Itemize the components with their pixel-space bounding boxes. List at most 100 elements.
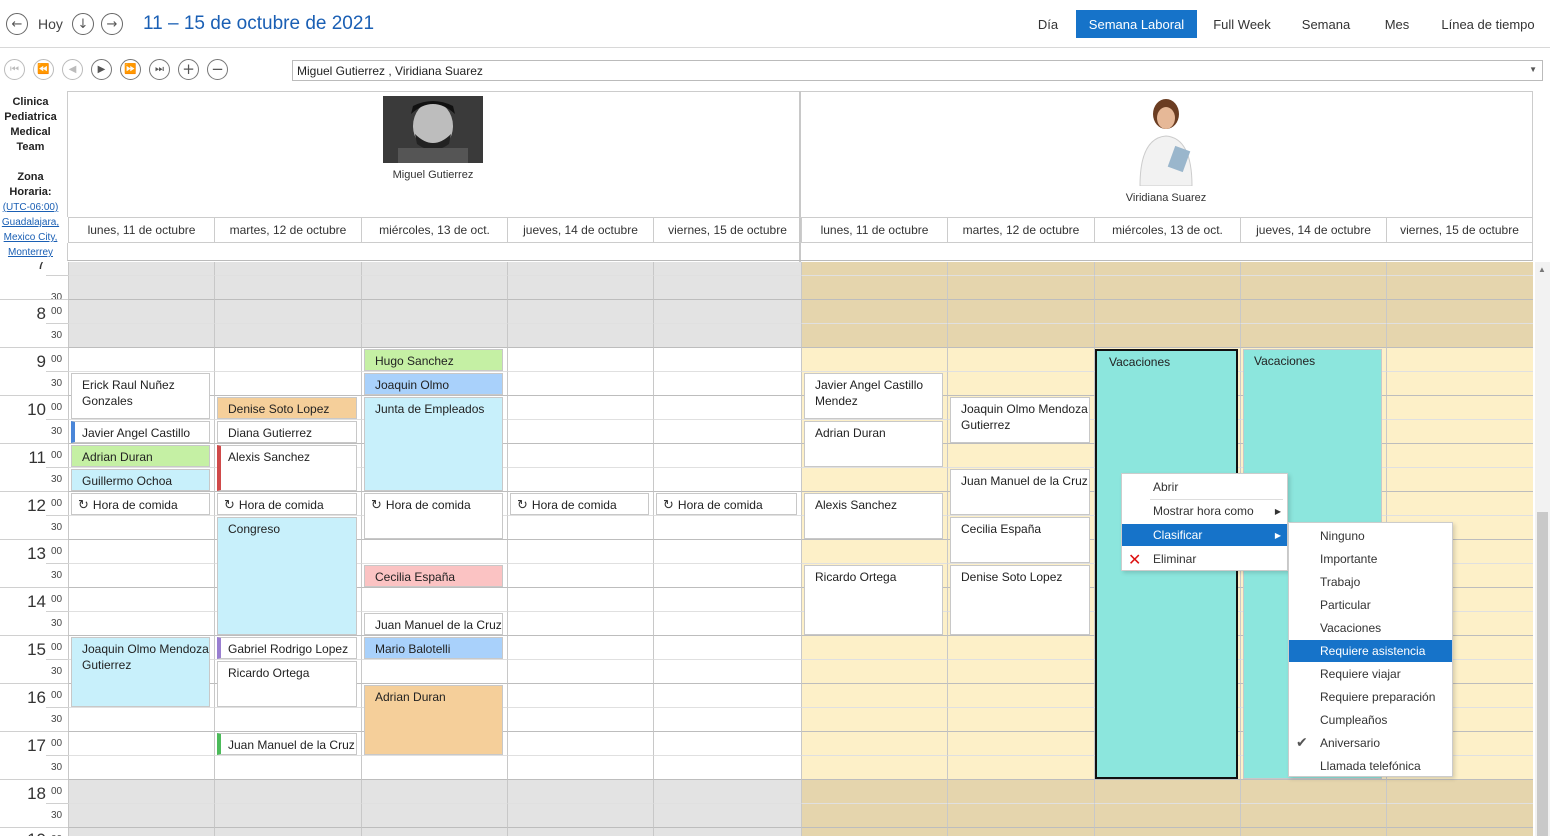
appointment[interactable]: Joaquin Olmo Mendoza Gutierrez [71,637,210,707]
day-header[interactable]: viernes, 15 de octubre [653,217,801,243]
time-slot[interactable] [507,348,653,372]
time-slot[interactable] [653,516,801,540]
time-slot[interactable] [1386,348,1533,372]
view-full-week[interactable]: Full Week [1204,10,1280,38]
time-slot[interactable] [947,756,1094,780]
view-week[interactable]: Semana [1292,10,1360,38]
time-slot[interactable] [214,708,361,732]
time-slot[interactable] [653,564,801,588]
view-work-week[interactable]: Semana Laboral [1076,10,1197,38]
appointment[interactable]: Juan Manuel de la Cruz [364,613,503,635]
time-slot[interactable] [214,262,361,276]
time-slot[interactable] [361,324,507,348]
time-slot[interactable] [653,300,801,324]
timezone-link[interactable]: (UTC-06:00) Guadalajara, Mexico City, Mo… [0,200,61,260]
appointment[interactable]: Cecilia España [950,517,1090,563]
time-slot[interactable] [801,684,947,708]
time-slot[interactable] [507,300,653,324]
time-slot[interactable] [1386,492,1533,516]
time-slot[interactable] [507,324,653,348]
time-slot[interactable] [507,612,653,636]
time-slot[interactable] [214,276,361,300]
time-slot[interactable] [801,732,947,756]
time-slot[interactable] [1094,804,1240,828]
time-slot[interactable] [947,300,1094,324]
day-header[interactable]: viernes, 15 de octubre [1386,217,1533,243]
time-slot[interactable] [68,612,214,636]
appointment[interactable]: ↻ Hora de comida [364,493,503,539]
time-slot[interactable] [801,756,947,780]
appointment[interactable]: Joaquin Olmo [364,373,503,395]
time-slot[interactable] [1240,780,1386,804]
day-header[interactable]: martes, 12 de octubre [947,217,1094,243]
time-slot[interactable] [361,660,507,684]
appointment[interactable]: Hugo Sanchez [364,349,503,371]
time-slot[interactable] [214,348,361,372]
prev-icon[interactable]: ◀ [62,59,83,80]
time-slot[interactable] [68,516,214,540]
zoom-in-icon[interactable]: + [178,59,199,80]
menu-delete[interactable]: ✕ Eliminar [1122,548,1287,570]
time-slot[interactable] [1240,324,1386,348]
time-slot[interactable] [507,588,653,612]
appointment[interactable]: Javier Angel Castillo Mendez [804,373,943,419]
day-header[interactable]: martes, 12 de octubre [214,217,361,243]
appointment[interactable]: Cecilia España [364,565,503,587]
time-slot[interactable] [361,262,507,276]
time-slot[interactable] [68,732,214,756]
time-slot[interactable] [68,780,214,804]
time-slot[interactable] [1386,276,1533,300]
appointment[interactable]: Adrian Duran [364,685,503,755]
appointment[interactable]: Erick Raul Nuñez Gonzales [71,373,210,419]
time-slot[interactable] [507,420,653,444]
last-page-icon[interactable]: ⏭ [149,59,170,80]
time-slot[interactable] [68,324,214,348]
time-slot[interactable] [947,348,1094,372]
time-slot[interactable] [653,276,801,300]
appointment[interactable]: Javier Angel Castillo [71,421,210,443]
time-slot[interactable] [1386,804,1533,828]
time-slot[interactable] [653,324,801,348]
time-slot[interactable] [1386,324,1533,348]
time-slot[interactable] [947,262,1094,276]
time-slot[interactable] [507,396,653,420]
time-slot[interactable] [507,756,653,780]
time-slot[interactable] [68,300,214,324]
appointment[interactable]: ↻ Hora de comida [71,493,210,515]
next-icon[interactable]: ▶ [91,59,112,80]
appointment[interactable]: Ricardo Ortega [217,661,357,707]
appointment[interactable]: Adrian Duran [71,445,210,467]
time-slot[interactable] [653,348,801,372]
submenu-item[interactable]: Vacaciones [1289,617,1452,639]
time-slot[interactable] [1386,396,1533,420]
submenu-item[interactable]: Particular [1289,594,1452,616]
submenu-item[interactable]: Requiere asistencia [1289,640,1452,662]
day-header[interactable]: jueves, 14 de octubre [1240,217,1386,243]
time-slot[interactable] [801,708,947,732]
day-header[interactable]: lunes, 11 de octubre [68,217,214,243]
time-slot[interactable] [1240,804,1386,828]
time-slot[interactable] [801,804,947,828]
appointment[interactable]: Junta de Empleados [364,397,503,491]
time-slot[interactable] [68,756,214,780]
appointment[interactable]: Guillermo Ochoa [71,469,210,491]
time-slot[interactable] [507,684,653,708]
submenu-item[interactable]: Requiere viajar [1289,663,1452,685]
time-slot[interactable] [947,636,1094,660]
time-slot[interactable] [801,324,947,348]
time-slot[interactable] [1386,420,1533,444]
time-slot[interactable] [214,756,361,780]
time-slot[interactable] [947,660,1094,684]
time-slot[interactable] [361,276,507,300]
down-arrow-icon[interactable]: ↓ [72,13,94,35]
time-slot[interactable] [1094,780,1240,804]
time-slot[interactable] [801,660,947,684]
time-slot[interactable] [361,540,507,564]
view-month[interactable]: Mes [1371,10,1423,38]
time-slot[interactable] [653,756,801,780]
time-slot[interactable] [653,732,801,756]
time-slot[interactable] [68,804,214,828]
time-slot[interactable] [947,372,1094,396]
appointment[interactable]: Mario Balotelli [364,637,503,659]
time-slot[interactable] [801,300,947,324]
